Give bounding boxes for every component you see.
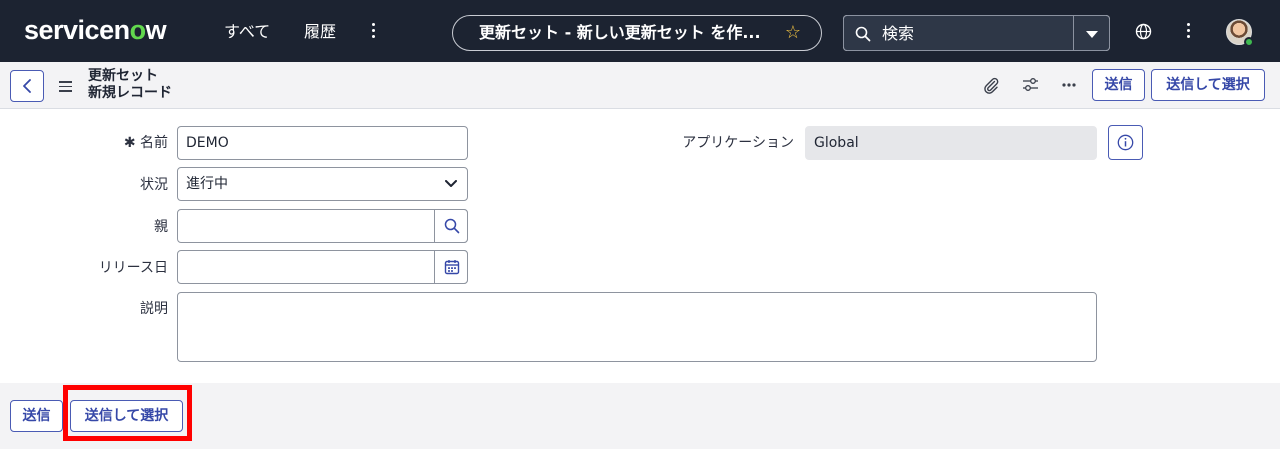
nav-history-menu[interactable]: 履歴 xyxy=(304,21,336,43)
header-submit-button[interactable]: 送信 xyxy=(1092,69,1145,101)
description-label: 説明 xyxy=(140,301,168,317)
page-title-pill[interactable]: 更新セット - 新しい更新セット を作... ☆ xyxy=(452,15,822,51)
chevron-down-icon xyxy=(445,180,457,187)
user-avatar[interactable] xyxy=(1226,19,1254,47)
form-context-menu-icon[interactable] xyxy=(59,81,72,95)
footer-submit-button[interactable]: 送信 xyxy=(10,400,63,432)
parent-input[interactable] xyxy=(177,209,468,243)
form-title: 更新セット 新規レコード xyxy=(88,68,172,102)
logo-accent-letter: o xyxy=(129,15,147,45)
favorite-star-icon[interactable]: ☆ xyxy=(785,22,801,44)
servicenow-logo[interactable]: servicenow xyxy=(24,13,167,47)
more-options-icon[interactable] xyxy=(1062,83,1076,87)
highlight-box xyxy=(63,385,192,441)
header-submit-select-button[interactable]: 送信して選択 xyxy=(1151,69,1265,101)
form-title-table: 更新セット xyxy=(88,68,158,84)
state-selected-value: 進行中 xyxy=(186,176,228,192)
state-select[interactable]: 進行中 xyxy=(177,167,468,201)
info-icon xyxy=(1117,134,1134,151)
search-placeholder: 検索 xyxy=(882,24,915,43)
globe-icon[interactable] xyxy=(1135,23,1152,40)
chevron-left-icon xyxy=(23,79,31,93)
form-footer: 送信 送信して選択 xyxy=(0,383,1280,449)
personalize-form-icon[interactable] xyxy=(1022,77,1039,93)
date-picker-button[interactable] xyxy=(434,250,468,284)
name-input[interactable]: DEMO xyxy=(177,126,468,160)
top-navigation: servicenow すべて 履歴 更新セット - 新しい更新セット を作...… xyxy=(0,0,1280,62)
search-scope-dropdown-icon[interactable] xyxy=(1073,15,1110,51)
release-date-label: リリース日 xyxy=(98,260,168,276)
back-button[interactable] xyxy=(10,70,44,102)
required-marker-icon: ✱ xyxy=(123,135,136,151)
description-textarea[interactable] xyxy=(177,292,1097,362)
online-status-icon xyxy=(1244,37,1254,47)
parent-lookup-button[interactable] xyxy=(434,209,468,243)
global-search: 検索 xyxy=(843,15,1110,51)
state-label: 状況 xyxy=(140,177,168,193)
search-input[interactable]: 検索 xyxy=(843,15,1073,51)
nav-all-menu[interactable]: すべて xyxy=(224,21,270,43)
magnifier-icon xyxy=(444,218,460,234)
name-label: ✱ 名前 xyxy=(123,135,168,151)
parent-label: 親 xyxy=(154,219,168,235)
release-date-input[interactable] xyxy=(177,250,468,284)
page-title: 更新セット - 新しい更新セット を作... xyxy=(479,23,761,42)
attachment-icon[interactable] xyxy=(983,77,999,94)
form-title-record: 新規レコード xyxy=(88,85,172,101)
application-info-button[interactable] xyxy=(1108,125,1143,160)
search-icon xyxy=(855,26,871,42)
form-header: 更新セット 新規レコード 送信 送信して選択 xyxy=(0,62,1280,109)
user-menu-more-icon[interactable] xyxy=(1186,23,1190,39)
application-label: アプリケーション xyxy=(682,135,794,151)
application-field: Global xyxy=(805,126,1097,160)
calendar-icon xyxy=(444,260,460,275)
nav-more-icon[interactable] xyxy=(371,23,375,39)
